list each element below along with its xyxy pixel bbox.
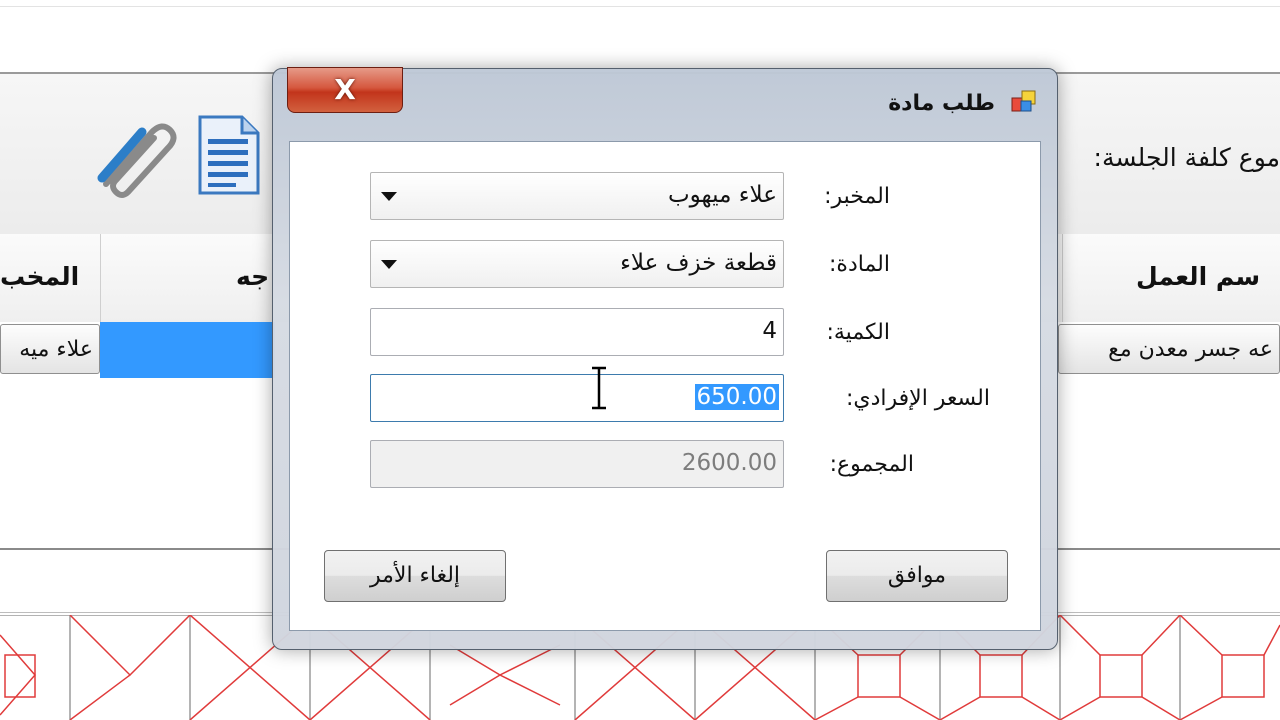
material-request-dialog: X طلب مادة المخبر: علاء ميهوب المادة: قط… xyxy=(272,67,1058,650)
column-header-work-name[interactable]: سم العمل xyxy=(1136,262,1260,291)
top-border xyxy=(0,6,1280,7)
total-label: المجموع: xyxy=(829,452,914,477)
unit-price-field[interactable]: 650.00 xyxy=(370,374,784,422)
lab-combobox[interactable]: علاء ميهوب xyxy=(370,172,784,220)
dialog-content: المخبر: علاء ميهوب المادة: قطعة خزف علاء… xyxy=(289,141,1041,631)
chevron-down-icon[interactable] xyxy=(381,260,397,269)
ok-button[interactable]: موافق xyxy=(826,550,1008,602)
total-field: 2600.00 xyxy=(370,440,784,488)
lab-value: علاء ميهوب xyxy=(668,182,777,208)
quantity-label: الكمية: xyxy=(826,320,890,345)
document-icon[interactable] xyxy=(198,115,260,195)
cancel-button[interactable]: إلغاء الأمر xyxy=(324,550,506,602)
quantity-field[interactable]: 4 xyxy=(370,308,784,356)
text-cursor-icon xyxy=(592,366,606,410)
column-header-lab[interactable]: المخب xyxy=(0,262,79,291)
session-cost-label: موع كلفة الجلسة: xyxy=(1093,143,1280,172)
lab-cell-button[interactable]: علاء ميه xyxy=(0,324,100,374)
unit-price-value: 650.00 xyxy=(694,384,779,410)
paperclip-icon[interactable] xyxy=(92,112,182,198)
column-header-direction[interactable]: جه xyxy=(236,262,269,291)
selected-cell[interactable] xyxy=(100,322,275,378)
work-name-cell-button[interactable]: عه جسر معدن مع xyxy=(1058,324,1280,374)
material-label: المادة: xyxy=(829,252,890,277)
chevron-down-icon[interactable] xyxy=(381,192,397,201)
total-value: 2600.00 xyxy=(681,450,777,476)
close-button[interactable]: X xyxy=(287,67,403,113)
material-value: قطعة خزف علاء xyxy=(620,250,777,276)
lab-label: المخبر: xyxy=(824,184,890,209)
unit-price-label: السعر الإفرادي: xyxy=(845,386,990,411)
material-combobox[interactable]: قطعة خزف علاء xyxy=(370,240,784,288)
column-separator xyxy=(1062,234,1063,322)
window-app-icon[interactable] xyxy=(1011,89,1037,115)
dialog-title: طلب مادة xyxy=(888,91,995,116)
column-separator xyxy=(100,234,101,322)
quantity-value: 4 xyxy=(762,318,777,344)
